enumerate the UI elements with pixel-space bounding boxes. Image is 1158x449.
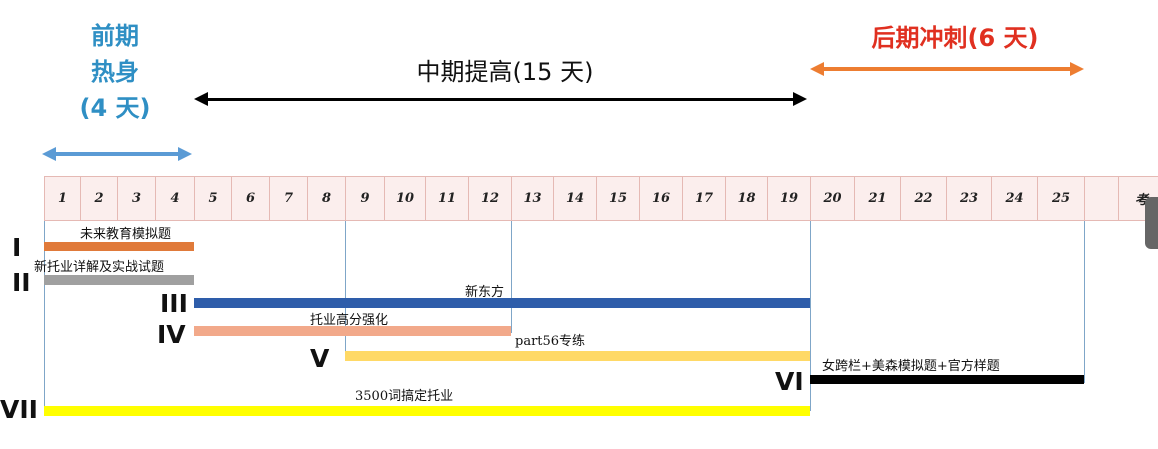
day-cell: 11 xyxy=(426,177,469,220)
day-cell: 9 xyxy=(346,177,385,220)
day-cell: 17 xyxy=(683,177,726,220)
task-label: 3500词搞定托业 xyxy=(355,389,454,404)
task-roman-numeral: III xyxy=(160,289,188,318)
day-cell: 23 xyxy=(947,177,992,220)
day-timeline-strip: 1 2 3 4 5 6 7 8 9 10 11 12 13 14 15 16 17 18 19 20 21 22 23 24 2… xyxy=(44,176,1158,221)
task-roman-numeral: VI xyxy=(775,367,804,396)
day-cell: 12 xyxy=(469,177,512,220)
middle-phase-label: 中期提高(15 天) xyxy=(416,58,594,86)
task-label: 托业高分强化 xyxy=(310,313,389,328)
task-bar xyxy=(44,275,194,285)
task-label: 未来教育模拟题 xyxy=(80,227,172,242)
guide-line-day12 xyxy=(511,221,512,333)
day-cell: 18 xyxy=(726,177,768,220)
day-cell: 20 xyxy=(811,177,855,220)
late-phase-label: 后期冲刺(6 天) xyxy=(871,24,1039,52)
task-roman-numeral: V xyxy=(310,344,330,373)
day-cell: 13 xyxy=(512,177,554,220)
task-bar xyxy=(345,351,810,361)
task-roman-numeral: IV xyxy=(157,320,186,349)
task-bar xyxy=(810,375,1084,384)
day-cell: 7 xyxy=(270,177,308,220)
day-cell: 8 xyxy=(308,177,346,220)
day-cell xyxy=(1085,177,1119,220)
guide-line-day25 xyxy=(1084,221,1085,383)
task-roman-numeral: VII xyxy=(0,395,38,424)
day-cell: 16 xyxy=(640,177,683,220)
early-phase-line3: (4 天) xyxy=(79,94,151,122)
day-cell: 19 xyxy=(768,177,811,220)
task-bar xyxy=(44,406,810,416)
day-cell: 1 xyxy=(45,177,81,220)
task-label: 新托业详解及实战试题 xyxy=(34,260,165,275)
early-phase-label: 前期 热身 (4 天) xyxy=(70,18,160,126)
day-cell: 25 xyxy=(1038,177,1085,220)
task-label: part56专练 xyxy=(515,334,586,349)
task-label: 新东方 xyxy=(465,285,505,300)
task-roman-numeral: I xyxy=(12,233,22,262)
scroll-handle[interactable] xyxy=(1145,197,1158,249)
early-phase-line2: 热身 xyxy=(91,58,139,86)
day-cell: 21 xyxy=(855,177,901,220)
day-cell: 15 xyxy=(597,177,640,220)
early-phase-line1: 前期 xyxy=(91,22,139,50)
task-bar xyxy=(44,242,194,251)
day-cell: 5 xyxy=(195,177,232,220)
day-cell: 4 xyxy=(156,177,195,220)
guide-line-day9 xyxy=(345,221,346,357)
middle-phase-arrow xyxy=(194,92,807,106)
day-cell: 14 xyxy=(554,177,597,220)
day-cell: 3 xyxy=(118,177,156,220)
day-cell: 24 xyxy=(992,177,1038,220)
day-cell: 2 xyxy=(81,177,118,220)
late-phase-arrow xyxy=(810,62,1084,76)
day-cell: 6 xyxy=(232,177,270,220)
task-label: 女跨栏+美森模拟题+官方样题 xyxy=(822,359,1000,374)
day-cell: 22 xyxy=(901,177,947,220)
day-cell: 10 xyxy=(385,177,426,220)
task-roman-numeral: II xyxy=(12,268,31,297)
early-phase-arrow xyxy=(42,147,192,161)
